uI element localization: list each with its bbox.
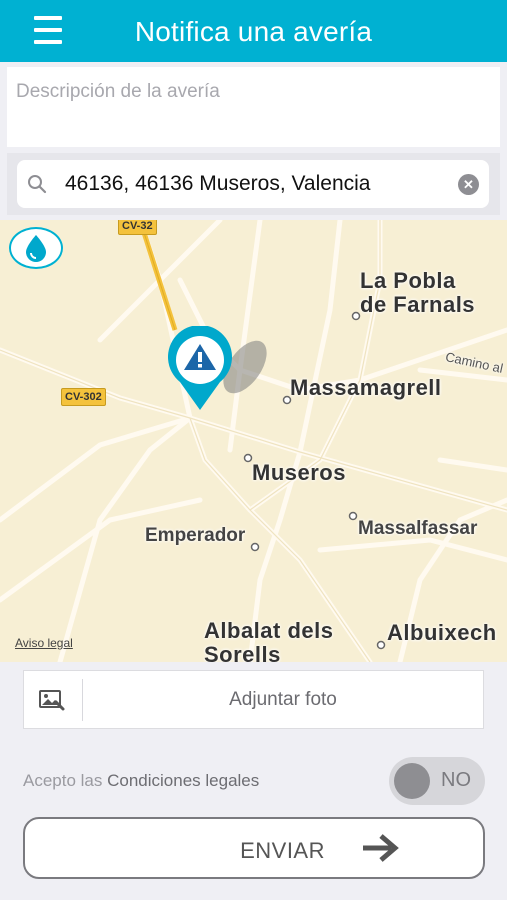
accept-terms-toggle[interactable]: NO: [389, 757, 485, 805]
toggle-knob: [394, 763, 430, 799]
map-label-massalfassar: Massalfassar: [358, 518, 478, 539]
attach-photo-label: Adjuntar foto: [229, 689, 337, 710]
map-label-de-farnals: de Farnals: [360, 292, 476, 317]
map-label-emperador: Emperador: [145, 525, 246, 546]
map-label-albalat: Albalat dels: [204, 618, 334, 643]
toggle-state-label: NO: [441, 769, 471, 791]
arrow-right-icon: [363, 834, 399, 862]
legal-notice-link[interactable]: Aviso legal: [15, 636, 73, 650]
terms-text: Acepto las Condiciones legales: [23, 771, 259, 791]
map-view[interactable]: CV-32 CV-302 La Pobla de Farnals Massama…: [0, 220, 507, 662]
send-button-label: ENVIAR: [240, 838, 325, 863]
search-value: 46136, 46136 Museros, Valencia: [65, 172, 371, 195]
map-label-museros: Museros: [252, 460, 346, 485]
water-drop-button[interactable]: [9, 227, 63, 269]
location-marker-icon[interactable]: [164, 326, 236, 412]
map-label-massamagrell: Massamagrell: [290, 375, 442, 400]
road-badge-cv32: CV-32: [118, 220, 157, 235]
clear-search-icon[interactable]: ✕: [458, 174, 479, 195]
description-field-container: [7, 67, 500, 147]
search-input[interactable]: 46136, 46136 Museros, Valencia ✕: [17, 160, 489, 208]
terms-prefix: Acepto las: [23, 771, 108, 790]
map-label-la-pobla: La Pobla: [360, 268, 456, 293]
app-header: Notifica una avería: [0, 0, 507, 62]
search-icon: [28, 175, 47, 194]
map-label-albuixech: Albuixech: [387, 620, 497, 645]
image-attach-icon: [39, 690, 65, 711]
page-title: Notifica una avería: [134, 16, 373, 47]
description-input[interactable]: [14, 79, 497, 139]
attach-photo-button[interactable]: Adjuntar foto: [23, 670, 484, 729]
water-drop-icon: [26, 235, 46, 262]
send-button[interactable]: ENVIAR: [23, 817, 485, 879]
map-label-sorells: Sorells: [204, 642, 281, 662]
road-badge-cv302: CV-302: [61, 388, 106, 406]
search-bar: 46136, 46136 Museros, Valencia ✕: [7, 153, 500, 215]
legal-conditions-link[interactable]: Condiciones legales: [107, 771, 259, 790]
